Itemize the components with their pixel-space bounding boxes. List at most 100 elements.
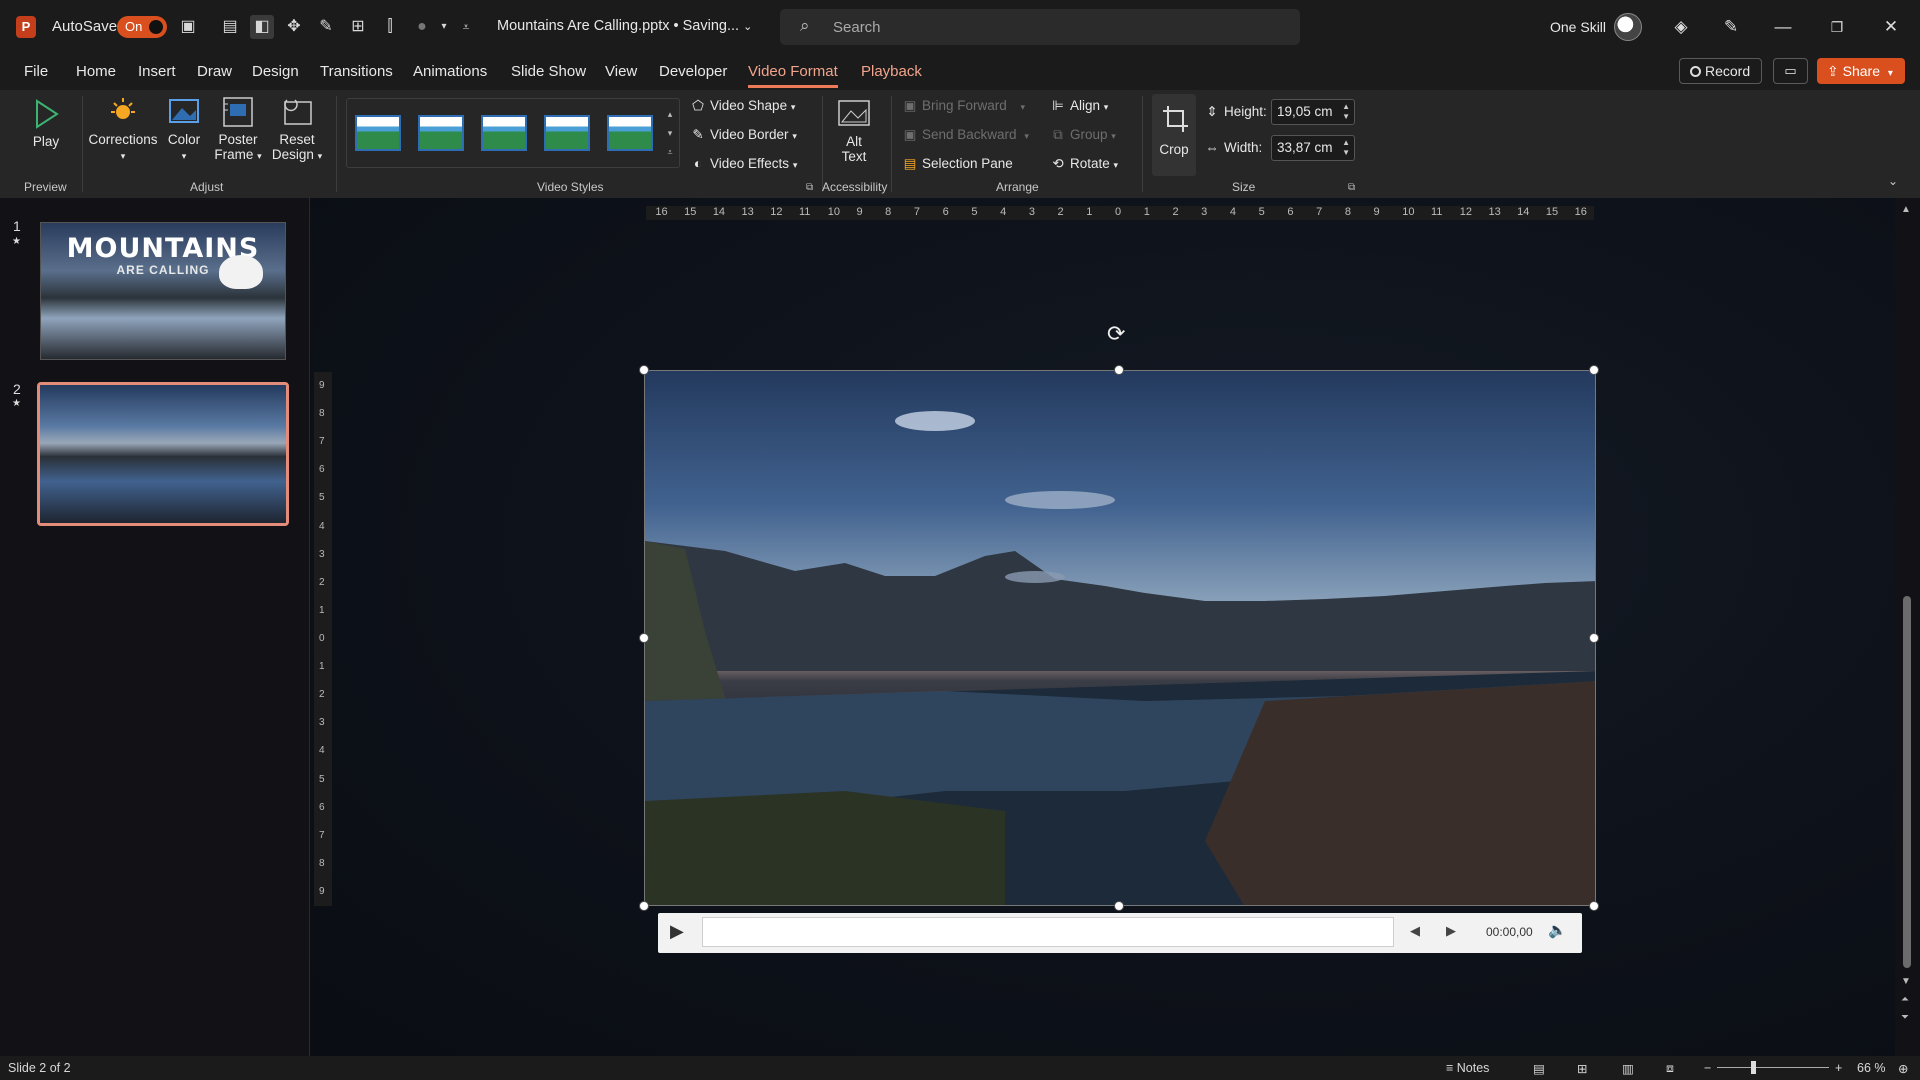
avatar[interactable] xyxy=(1614,13,1642,41)
send-backward-button[interactable]: ▣ Send Backward ▾ xyxy=(902,127,1029,143)
pointer-icon[interactable]: ✥ xyxy=(282,15,306,39)
scroll-down-icon[interactable]: ▼ xyxy=(1901,976,1911,987)
video-object[interactable] xyxy=(644,370,1596,906)
normal-view-icon[interactable]: ▤ xyxy=(1533,1061,1545,1076)
share-button[interactable]: ⇪ Share ▾ xyxy=(1817,58,1905,84)
resize-handle[interactable] xyxy=(1589,901,1599,911)
rotate-button[interactable]: ⟲ Rotate ▾ xyxy=(1050,156,1118,172)
alt-text-button[interactable]: Alt Text xyxy=(832,98,876,164)
width-field[interactable]: 33,87 cm ▲ ▼ xyxy=(1271,135,1355,161)
tab-developer[interactable]: Developer xyxy=(659,63,727,80)
user-name[interactable]: One Skill xyxy=(1550,19,1606,35)
pen-icon[interactable]: ✎ xyxy=(1718,14,1744,40)
step-back-icon[interactable]: ◀ xyxy=(1410,923,1420,939)
video-shape-button[interactable]: ⬠ Video Shape ▾ xyxy=(690,98,795,114)
pen-icon[interactable]: ✎ xyxy=(314,15,338,39)
reset-design-button[interactable]: Reset Design ▾ xyxy=(270,96,324,162)
play-button[interactable]: Play xyxy=(26,98,66,149)
volume-icon[interactable]: 🔈 xyxy=(1548,921,1567,939)
search-input[interactable]: ⌕ Search xyxy=(780,9,1300,45)
resize-handle[interactable] xyxy=(1114,901,1124,911)
align-button[interactable]: ⊫ Align ▾ xyxy=(1050,98,1108,114)
zoom-slider[interactable] xyxy=(1717,1067,1829,1068)
tab-video-format[interactable]: Video Format xyxy=(748,63,838,88)
layout-icon[interactable]: ▤ xyxy=(218,15,242,39)
restore-icon[interactable]: ❐ xyxy=(1824,14,1850,40)
close-icon[interactable]: ✕ xyxy=(1878,14,1904,40)
video-style-thumbnail[interactable] xyxy=(607,115,653,151)
tab-draw[interactable]: Draw xyxy=(197,63,232,80)
zoom-slider-thumb[interactable] xyxy=(1751,1061,1756,1074)
resize-handle[interactable] xyxy=(639,633,649,643)
dialog-launcher-icon[interactable]: ⧉ xyxy=(1348,182,1355,193)
height-field[interactable]: 19,05 cm ▲ ▼ xyxy=(1271,99,1355,125)
fit-to-window-icon[interactable]: ⊕ xyxy=(1898,1061,1908,1076)
resize-handle[interactable] xyxy=(1114,365,1124,375)
tab-file[interactable]: File xyxy=(24,63,48,80)
resize-handle[interactable] xyxy=(639,365,649,375)
slide-layout-icon[interactable]: ◧ xyxy=(250,15,274,39)
bring-forward-button[interactable]: ▣ Bring Forward ▾ xyxy=(902,98,1025,114)
slide-sorter-icon[interactable]: ⊞ xyxy=(1577,1061,1587,1076)
color-button[interactable]: Color ▾ xyxy=(164,96,204,162)
video-timeline[interactable] xyxy=(702,917,1394,947)
resize-handle[interactable] xyxy=(639,901,649,911)
tab-view[interactable]: View xyxy=(605,63,637,80)
video-style-thumbnail[interactable] xyxy=(418,115,464,151)
width-spinner-icon[interactable]: ▲ ▼ xyxy=(1342,138,1350,158)
chevron-down-icon[interactable]: ▾ xyxy=(432,15,456,39)
save-icon[interactable]: ▣ xyxy=(176,15,200,39)
scroll-up-icon[interactable]: ▲ xyxy=(1901,204,1911,215)
slide-thumbnail-2[interactable] xyxy=(37,382,289,526)
document-title[interactable]: Mountains Are Calling.pptx • Saving... ⌄ xyxy=(497,18,752,34)
record-button[interactable]: Record xyxy=(1679,58,1762,84)
previous-slide-icon[interactable]: ⏶ xyxy=(1901,994,1909,1005)
tab-insert[interactable]: Insert xyxy=(138,63,176,80)
tab-design[interactable]: Design xyxy=(252,63,299,80)
vertical-scrollbar[interactable]: ▲ ▼ ⏶ ⏷ xyxy=(1895,198,1920,1056)
crop-button[interactable]: Crop xyxy=(1152,94,1196,176)
resize-handle[interactable] xyxy=(1589,633,1599,643)
reading-view-icon[interactable]: ▥ xyxy=(1622,1061,1634,1076)
comments-button[interactable]: ▭ xyxy=(1773,58,1808,84)
scroll-thumb[interactable] xyxy=(1903,596,1911,968)
autosave-toggle[interactable]: On xyxy=(117,16,167,38)
poster-frame-button[interactable]: Poster Frame ▾ xyxy=(212,96,264,162)
video-style-thumbnail[interactable] xyxy=(355,115,401,151)
slideshow-icon[interactable]: ⧈ xyxy=(1666,1061,1674,1076)
shape-icon[interactable]: ● xyxy=(410,15,434,39)
tab-playback[interactable]: Playback xyxy=(861,63,922,80)
selection-pane-button[interactable]: ▤ Selection Pane xyxy=(902,156,1013,172)
format-icon[interactable]: ⊞ xyxy=(346,15,370,39)
diamond-icon[interactable]: ◈ xyxy=(1668,14,1694,40)
tab-home[interactable]: Home xyxy=(76,63,116,80)
minimize-icon[interactable]: — xyxy=(1770,14,1796,40)
video-border-button[interactable]: ✎ Video Border ▾ xyxy=(690,127,797,143)
step-forward-icon[interactable]: ▶ xyxy=(1446,923,1456,939)
height-spinner-icon[interactable]: ▲ ▼ xyxy=(1342,102,1350,122)
gallery-scroll[interactable]: ▴ ▾ ⩡ xyxy=(663,105,677,162)
video-effects-button[interactable]: ◐ Video Effects ▾ xyxy=(690,156,797,171)
resize-handle[interactable] xyxy=(1589,365,1599,375)
tab-slide-show[interactable]: Slide Show xyxy=(511,63,586,80)
play-icon[interactable]: ▶ xyxy=(670,921,692,943)
rotate-handle-icon[interactable]: ⟳ xyxy=(1107,321,1125,347)
tab-animations[interactable]: Animations xyxy=(413,63,487,80)
next-slide-icon[interactable]: ⏷ xyxy=(1901,1012,1909,1023)
customize-qat-icon[interactable]: ⩡ xyxy=(454,15,478,39)
corrections-button[interactable]: Corrections ▾ xyxy=(88,96,158,162)
mountain-image xyxy=(40,385,286,523)
send-backward-label: Send Backward xyxy=(922,127,1017,142)
zoom-in-icon[interactable]: + xyxy=(1835,1061,1842,1075)
slide-thumbnail-1[interactable]: MOUNTAINS ARE CALLING xyxy=(40,222,286,360)
tab-transitions[interactable]: Transitions xyxy=(320,63,393,80)
dialog-launcher-icon[interactable]: ⧉ xyxy=(806,182,813,193)
video-style-thumbnail[interactable] xyxy=(481,115,527,151)
collapse-ribbon-icon[interactable]: ⌄ xyxy=(1888,174,1898,188)
notes-button[interactable]: ≡ Notes xyxy=(1446,1061,1489,1075)
video-style-thumbnail[interactable] xyxy=(544,115,590,151)
group-button[interactable]: ⧉ Group ▾ xyxy=(1050,127,1116,143)
align-icon[interactable]: ⫿ xyxy=(378,15,402,39)
zoom-out-icon[interactable]: − xyxy=(1704,1061,1711,1075)
zoom-level[interactable]: 66 % xyxy=(1857,1061,1886,1075)
